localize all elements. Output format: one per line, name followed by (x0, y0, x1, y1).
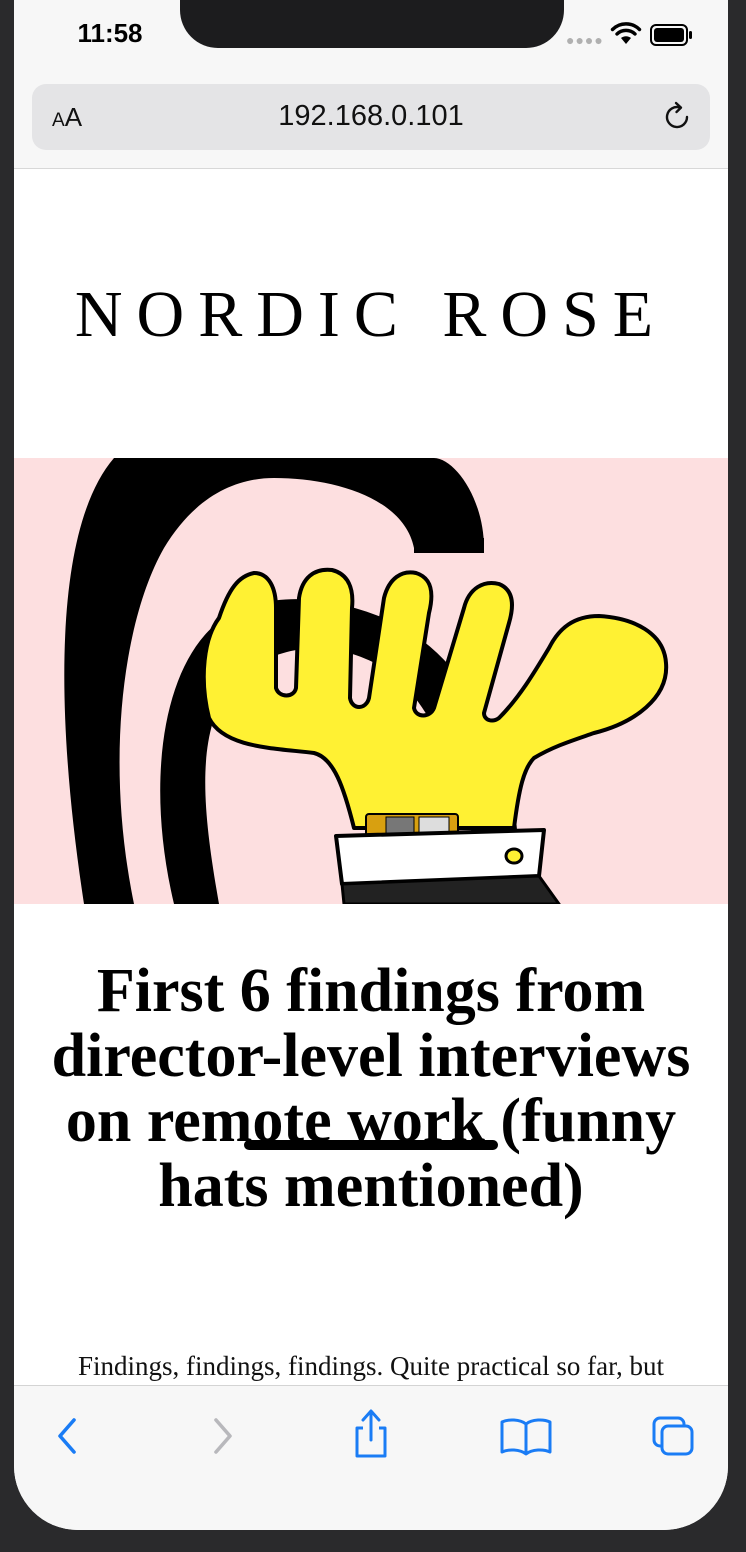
url-text[interactable]: 192.168.0.101 (32, 100, 710, 133)
hero-illustration (14, 458, 728, 904)
home-indicator[interactable] (244, 1140, 498, 1150)
back-icon[interactable] (44, 1414, 94, 1458)
hand-watch-illustration (64, 458, 669, 904)
forward-icon[interactable] (198, 1414, 248, 1458)
browser-toolbar (14, 1385, 728, 1530)
phone-screen: AA 192.168.0.101 NORDIC ROSE First 6 fin… (14, 0, 728, 1530)
site-brand[interactable]: NORDIC ROSE (14, 277, 728, 353)
tabs-icon[interactable] (648, 1414, 698, 1458)
address-bar[interactable]: AA 192.168.0.101 (32, 84, 710, 150)
share-icon[interactable] (346, 1406, 396, 1460)
article-excerpt: Findings, findings, findings. Quite prac… (77, 1351, 665, 1381)
article-headline[interactable]: First 6 findings from director-level int… (44, 959, 698, 1219)
web-content: NORDIC ROSE First 6 findings from direct… (14, 168, 728, 1385)
reload-icon[interactable] (660, 100, 694, 134)
bookmarks-icon[interactable] (496, 1414, 556, 1458)
